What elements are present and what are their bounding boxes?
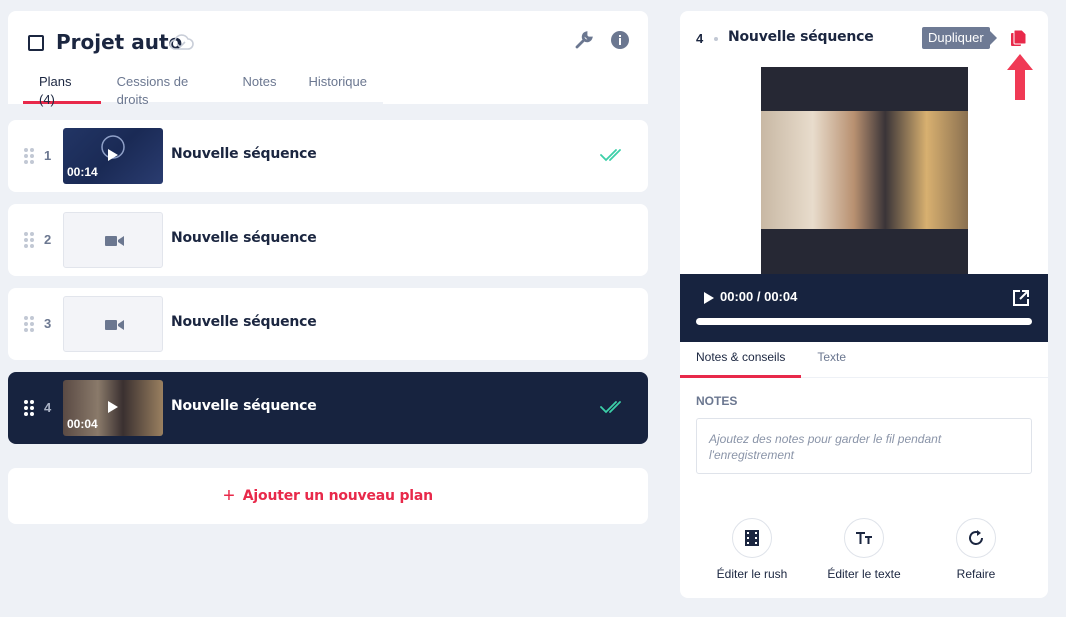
tab-historique[interactable]: Historique xyxy=(292,73,383,102)
plan-number: 1 xyxy=(44,148,52,163)
redo-button[interactable]: Refaire xyxy=(936,518,1016,581)
plan-title: Nouvelle séquence xyxy=(171,230,317,246)
play-icon xyxy=(108,149,118,161)
video-camera-icon xyxy=(105,320,124,330)
project-checkbox[interactable] xyxy=(28,35,44,51)
video-player-controls: 00:00 / 00:04 xyxy=(680,274,1048,342)
drag-handle-icon[interactable] xyxy=(24,400,34,416)
plan-duration: 00:14 xyxy=(67,165,98,179)
tab-notes[interactable]: Notes xyxy=(227,73,293,102)
edit-text-button[interactable]: Éditer le texte xyxy=(824,518,904,581)
plan-row-2[interactable]: 2 Nouvelle séquence xyxy=(8,204,648,276)
plus-icon: + xyxy=(223,485,235,507)
project-title: Projet auto xyxy=(56,30,183,54)
drag-handle-icon[interactable] xyxy=(24,316,34,332)
double-check-icon xyxy=(600,149,621,162)
refresh-icon xyxy=(969,530,983,545)
detail-plan-title: Nouvelle séquence xyxy=(728,29,874,45)
cloud-icon xyxy=(169,34,194,50)
separator-dot xyxy=(714,37,718,41)
plan-thumbnail[interactable]: 00:04 xyxy=(63,380,163,436)
player-time: 00:00 / 00:04 xyxy=(720,289,798,304)
add-plan-label: Ajouter un nouveau plan xyxy=(242,488,433,504)
tab-texte[interactable]: Texte xyxy=(801,342,862,377)
plan-row-1[interactable]: 1 00:14 Nouvelle séquence xyxy=(8,120,648,192)
notes-label: NOTES xyxy=(696,394,738,408)
plan-number: 3 xyxy=(44,316,52,331)
notes-input[interactable]: Ajoutez des notes pour garder le fil pen… xyxy=(696,418,1032,474)
plan-number: 4 xyxy=(44,400,52,415)
plan-thumbnail[interactable] xyxy=(63,212,163,268)
plan-title: Nouvelle séquence xyxy=(171,146,317,162)
tab-cessions[interactable]: Cessions de droits xyxy=(101,73,227,107)
drag-handle-icon[interactable] xyxy=(24,232,34,248)
text-size-icon xyxy=(856,532,872,544)
drag-handle-icon[interactable] xyxy=(24,148,34,164)
film-icon xyxy=(745,530,759,546)
tab-notes-conseils[interactable]: Notes & conseils xyxy=(680,342,802,378)
duplicate-tooltip: Dupliquer xyxy=(922,27,997,49)
play-icon xyxy=(108,401,118,413)
plan-detail-panel: 4 Nouvelle séquence Dupliquer 00:00 / 00… xyxy=(680,11,1048,598)
wrench-icon[interactable] xyxy=(574,30,594,50)
project-tabs: Plans (4) Cessions de droits Notes Histo… xyxy=(23,73,383,107)
duplicate-icon[interactable] xyxy=(1010,29,1028,49)
plan-row-3[interactable]: 3 Nouvelle séquence xyxy=(8,288,648,360)
plan-thumbnail[interactable]: 00:14 xyxy=(63,128,163,184)
plan-row-4[interactable]: 4 00:04 Nouvelle séquence xyxy=(8,372,648,444)
video-progress-bar[interactable] xyxy=(696,318,1032,325)
video-frame xyxy=(761,111,968,229)
add-plan-button[interactable]: + Ajouter un nouveau plan xyxy=(8,468,648,524)
plan-title: Nouvelle séquence xyxy=(171,398,317,414)
detail-tabs: Notes & conseils Texte xyxy=(680,342,1048,378)
tab-plans[interactable]: Plans (4) xyxy=(23,73,101,107)
plan-number: 2 xyxy=(44,232,52,247)
plan-duration: 00:04 xyxy=(67,417,98,431)
detail-plan-number: 4 xyxy=(696,31,704,46)
plan-title: Nouvelle séquence xyxy=(171,314,317,330)
play-button[interactable] xyxy=(704,292,714,304)
project-header: Projet auto Plans (4) Cessions de droits… xyxy=(8,11,648,107)
double-check-icon xyxy=(600,401,621,414)
open-external-icon[interactable] xyxy=(1012,289,1030,307)
edit-rush-label: Éditer le rush xyxy=(716,567,788,581)
info-icon[interactable] xyxy=(610,30,630,50)
redo-label: Refaire xyxy=(956,567,996,581)
video-preview[interactable] xyxy=(761,67,968,274)
arrow-up-icon xyxy=(1007,54,1033,100)
plan-thumbnail[interactable] xyxy=(63,296,163,352)
video-camera-icon xyxy=(105,236,124,246)
edit-text-label: Éditer le texte xyxy=(827,567,901,581)
edit-rush-button[interactable]: Éditer le rush xyxy=(712,518,792,581)
